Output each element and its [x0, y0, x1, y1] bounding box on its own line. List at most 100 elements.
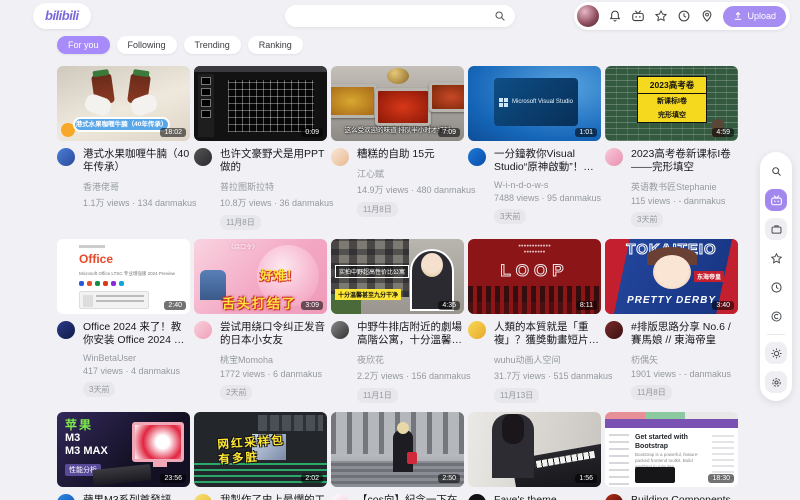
logo[interactable]: bilibili: [33, 3, 91, 29]
video-thumbnail[interactable]: ●●●●●●●●●●●●●●●●●●●● LOOP 8:11: [468, 239, 601, 314]
uploader-avatar[interactable]: [468, 321, 486, 339]
video-thumbnail[interactable]: 2023高考卷新课标I卷完形填空 4:59: [605, 66, 738, 141]
video-thumbnail[interactable]: Microsoft Visual Studio 1:01: [468, 66, 601, 141]
decor: [712, 432, 734, 479]
bilibili-tv-icon[interactable]: [631, 9, 645, 23]
tab-ranking[interactable]: Ranking: [248, 36, 303, 54]
video-thumbnail[interactable]: 0:09: [194, 66, 327, 141]
video-title[interactable]: 一分鐘教你Visual Studio“原神啟動”！（適用於Blend）: [494, 148, 601, 174]
video-card[interactable]: 1:56 Faye's theme Venser凡瑟 777 views · -…: [468, 412, 601, 500]
video-title[interactable]: Faye's theme: [494, 494, 589, 500]
video-card[interactable]: 网红采样包有多脏 2:02 我製作了史上最爛的工程模板包。[FL21] icew…: [194, 412, 327, 500]
video-title[interactable]: 中野牛排店附近的劇場高階公寓，十分溫馨甚至九分乾淨: [357, 321, 464, 347]
video-thumbnail[interactable]: 网红采样包有多脏 2:02: [194, 412, 327, 487]
video-card[interactable]: 实拍中野超高性价比公寓 十分温馨甚至九分干净 4:35 中野牛排店附近的劇場高階…: [331, 239, 464, 403]
video-thumbnail[interactable]: Get started with Bootstrap Bootstrap is …: [605, 412, 738, 487]
video-title[interactable]: 2023高考卷新课标I卷——完形填空: [631, 148, 738, 174]
uploader-name[interactable]: wuhu动画人空间: [494, 353, 601, 366]
uploader-avatar[interactable]: [468, 494, 486, 500]
uploader-avatar[interactable]: [331, 494, 349, 500]
video-card[interactable]: 这么受欢迎的味道 排队半小时才打到 7:09 糟糕的自助 15元 江心赋 14.…: [331, 66, 464, 230]
location-pin-icon[interactable]: [700, 9, 714, 23]
video-stats: 7488 views · 95 danmakus: [494, 193, 601, 203]
sidebar-theme-button[interactable]: [765, 342, 787, 364]
uploader-avatar[interactable]: [605, 494, 623, 500]
uploader-avatar[interactable]: [57, 321, 75, 339]
video-thumbnail[interactable]: Office Microsoft Office LTSC 专业增强版 2024 …: [57, 239, 190, 314]
video-card[interactable]: ●●●●●●●●●●●●●●●●●●●● LOOP 8:11 人類的本質就是「重…: [468, 239, 601, 403]
decor: [375, 88, 431, 126]
sidebar-circle-c-button[interactable]: [765, 305, 787, 327]
uploader-avatar[interactable]: [57, 494, 75, 500]
uploader-avatar[interactable]: [331, 321, 349, 339]
uploader-name[interactable]: 英语教书匠Stephanie: [631, 180, 738, 193]
video-title[interactable]: 糟糕的自助 15元: [357, 148, 464, 161]
uploader-avatar[interactable]: [605, 321, 623, 339]
video-thumbnail[interactable]: TOKAITEIO 东海帝皇 PRETTY DERBY 3:40: [605, 239, 738, 314]
tab-trending[interactable]: Trending: [184, 36, 241, 54]
video-thumbnail[interactable]: 港式水果咖喱牛腩（40年传承） 18:02: [57, 66, 190, 141]
uploader-name[interactable]: 夜欣花: [357, 353, 464, 366]
video-card[interactable]: 《绕口令》 好难！ 舌头打结了 3:09 尝试用绕口令纠正发音的日本小女友 桃宝…: [194, 239, 327, 403]
decor: [258, 415, 323, 431]
video-title[interactable]: 【cos向】紀念一下在不列顛出道的三次元: [357, 494, 464, 500]
uploader-avatar[interactable]: [194, 148, 212, 166]
video-card[interactable]: Office Microsoft Office LTSC 专业增强版 2024 …: [57, 239, 190, 403]
uploader-name[interactable]: 江心赋: [357, 167, 464, 180]
video-card[interactable]: Microsoft Visual Studio 1:01 一分鐘教你Visual…: [468, 66, 601, 230]
uploader-avatar[interactable]: [331, 148, 349, 166]
tab-following[interactable]: Following: [117, 36, 177, 54]
video-card[interactable]: 0:09 也许文豪野犬是用PPT做的 普拉图斯拉特 10.8万 views · …: [194, 66, 327, 230]
uploader-avatar[interactable]: [468, 148, 486, 166]
uploader-name[interactable]: WinBetaUser: [83, 353, 190, 363]
uploader-name[interactable]: W-i-n-d-o-w-s: [494, 180, 601, 190]
sidebar-search-button[interactable]: [765, 160, 787, 182]
uploader-avatar[interactable]: [57, 148, 75, 166]
decor: [228, 80, 314, 132]
sidebar-settings-button[interactable]: [765, 371, 787, 393]
video-title[interactable]: Office 2024 来了！教你安装 Office 2024 预览版!: [83, 321, 190, 347]
decor: [198, 74, 214, 137]
video-card[interactable]: Get started with Bootstrap Bootstrap is …: [605, 412, 738, 500]
decor: [331, 84, 377, 118]
uploader-name[interactable]: 杤偶矢: [631, 353, 738, 366]
video-card[interactable]: 2:50 【cos向】紀念一下在不列顛出道的三次元 上智月球圣诞鹿 8.2万 v…: [331, 412, 464, 500]
uploader-avatar[interactable]: [194, 321, 212, 339]
search-input[interactable]: [285, 5, 515, 27]
sidebar-history-button[interactable]: [765, 276, 787, 298]
uploader-name[interactable]: 桃宝Momoha: [220, 353, 327, 366]
uploader-avatar[interactable]: [605, 148, 623, 166]
video-thumbnail[interactable]: 实拍中野超高性价比公寓 十分温馨甚至九分干净 4:35: [331, 239, 464, 314]
sidebar-favorites-button[interactable]: [765, 247, 787, 269]
sidebar-home-button[interactable]: [765, 189, 787, 211]
decor: [609, 432, 629, 485]
video-thumbnail[interactable]: 这么受欢迎的味道 排队半小时才打到 7:09: [331, 66, 464, 141]
video-card[interactable]: 2023高考卷新课标I卷完形填空 4:59 2023高考卷新课标I卷——完形填空…: [605, 66, 738, 230]
star-icon[interactable]: [654, 9, 668, 23]
video-thumbnail[interactable]: 《绕口令》 好难！ 舌头打结了 3:09: [194, 239, 327, 314]
video-title[interactable]: 我製作了史上最爛的工程模板包。[FL21]: [220, 494, 327, 500]
video-card[interactable]: 苹果 M3 M3 MAX 性能分析 23:56 蘋果M3系列首發評測：Max早該…: [57, 412, 190, 500]
video-title[interactable]: 人類的本質就是「重複」？獲獎動畫短片《LOOP》: [494, 321, 601, 347]
video-title[interactable]: 港式水果咖喱牛腩（40年传承）: [83, 148, 190, 174]
video-stats: 2.2万 views · 156 danmakus: [357, 369, 464, 382]
video-title[interactable]: 尝试用绕口令纠正发音的日本小女友: [220, 321, 327, 347]
tab-for-you[interactable]: For you: [57, 36, 110, 54]
bell-icon[interactable]: [608, 9, 622, 23]
sidebar-briefcase-button[interactable]: [765, 218, 787, 240]
uploader-name[interactable]: 香港佬哥: [83, 180, 190, 193]
video-thumbnail[interactable]: 1:56: [468, 412, 601, 487]
clock-icon[interactable]: [677, 9, 691, 23]
video-thumbnail[interactable]: 苹果 M3 M3 MAX 性能分析 23:56: [57, 412, 190, 487]
upload-button[interactable]: Upload: [723, 6, 786, 27]
uploader-avatar[interactable]: [194, 494, 212, 500]
video-title[interactable]: #排版思路分享 No.6 / 賽馬娘 // 東海帝皇: [631, 321, 738, 347]
video-card[interactable]: 港式水果咖喱牛腩（40年传承） 18:02 港式水果咖喱牛腩（40年传承） 香港…: [57, 66, 190, 230]
video-card[interactable]: TOKAITEIO 东海帝皇 PRETTY DERBY 3:40 #排版思路分享…: [605, 239, 738, 403]
uploader-name[interactable]: 普拉图斯拉特: [220, 180, 327, 193]
video-title[interactable]: 蘋果M3系列首發評測：Max早該如此: [83, 494, 190, 500]
video-thumbnail[interactable]: 2:50: [331, 412, 464, 487]
user-avatar[interactable]: [577, 5, 599, 27]
video-title[interactable]: Building Components: [631, 494, 731, 500]
video-title[interactable]: 也许文豪野犬是用PPT做的: [220, 148, 327, 174]
